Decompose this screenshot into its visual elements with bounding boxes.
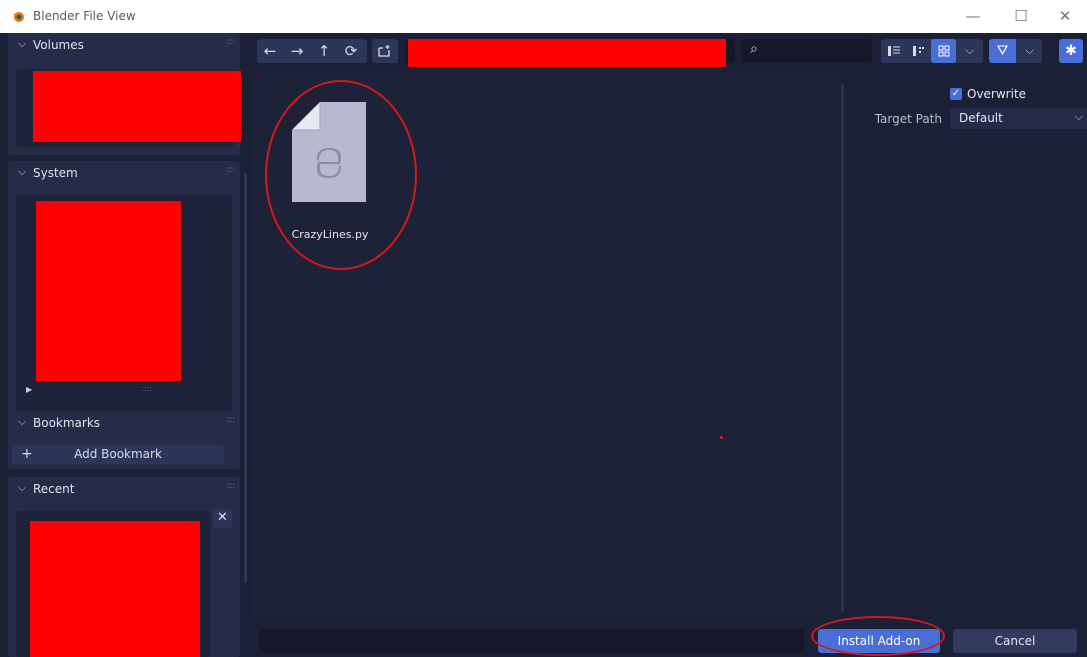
filter-settings-dropdown[interactable]: ⌵ (1017, 39, 1042, 63)
window-titlebar: Blender File View — ☐ ✕ (0, 0, 1087, 33)
volumes-list[interactable] (16, 69, 241, 147)
expand-arrow-icon[interactable]: ▶ (26, 385, 32, 394)
columns-view-icon (912, 46, 924, 56)
options-toggle-button[interactable]: ✱ (1059, 39, 1083, 63)
minimize-button[interactable]: — (951, 0, 995, 33)
redaction-block (30, 521, 200, 657)
system-list[interactable]: ▶ :::: (16, 195, 232, 423)
chevron-down-icon: ⌵ (18, 481, 27, 494)
file-browser: ⌵ Volumes :::: ⌵ System :::: ▶ :::: ⌵ Bo… (0, 33, 1087, 657)
volumes-panel-header[interactable]: ⌵ Volumes :::: (8, 33, 240, 57)
volumes-panel: ⌵ Volumes :::: (8, 33, 241, 155)
blender-logo-icon (12, 12, 24, 22)
window-title: Blender File View (33, 9, 136, 23)
search-icon: ⌕ (750, 41, 758, 57)
filename-field[interactable] (259, 629, 804, 653)
bookmarks-panel-header[interactable]: ⌵ Bookmarks :::: (8, 411, 240, 435)
overwrite-checkbox[interactable]: ✓ (950, 88, 962, 100)
drag-grip-icon[interactable]: :::: (226, 415, 235, 425)
vertical-list-view-button[interactable] (881, 39, 906, 63)
chevron-down-icon: ⌵ (18, 37, 27, 50)
system-panel-header[interactable]: ⌵ System :::: (8, 161, 240, 185)
resize-grip-icon[interactable]: :::: (141, 384, 152, 393)
chevron-down-icon: ⌵ (1025, 44, 1034, 57)
cancel-button[interactable]: Cancel (953, 629, 1077, 653)
gear-icon: ✱ (1065, 43, 1077, 59)
annotation-circle-install (811, 616, 945, 656)
drag-grip-icon[interactable]: :::: (226, 37, 235, 47)
redaction-block (408, 39, 726, 67)
sidebar-scrollbar[interactable] (244, 173, 247, 583)
target-path-value: Default (959, 111, 1003, 125)
chevron-down-icon: ⌵ (18, 165, 27, 178)
filter-toggle-button[interactable]: ⛛ (989, 39, 1016, 63)
drag-grip-icon[interactable]: :::: (226, 165, 235, 175)
target-path-label: Target Path (874, 112, 942, 126)
redaction-block (33, 71, 241, 142)
annotation-circle-file (265, 80, 417, 270)
filter-search-field[interactable]: ⌕ (742, 39, 872, 63)
drag-grip-icon[interactable]: :::: (226, 481, 235, 491)
horizontal-list-view-button[interactable] (906, 39, 931, 63)
forward-button[interactable]: → (284, 39, 310, 63)
system-panel: ⌵ System :::: ▶ :::: (8, 161, 240, 429)
parent-directory-button[interactable]: ↑ (311, 39, 337, 63)
file-list-scrollbar[interactable] (841, 83, 844, 613)
grid-view-icon (938, 45, 949, 57)
chevron-down-icon: ⌵ (965, 44, 974, 57)
back-button[interactable]: ← (257, 39, 283, 63)
overwrite-label[interactable]: Overwrite (967, 87, 1026, 101)
filter-buttons: ⛛ ⌵ (989, 39, 1042, 63)
list-view-icon (887, 46, 900, 56)
sidebar: ⌵ Volumes :::: ⌵ System :::: ▶ :::: ⌵ Bo… (0, 33, 247, 657)
recent-list[interactable] (16, 511, 210, 657)
annotation-dot (720, 436, 723, 439)
volumes-panel-label: Volumes (33, 38, 84, 52)
chevron-down-icon: ⌵ (18, 415, 27, 428)
recent-panel-header[interactable]: ⌵ Recent :::: (8, 477, 240, 501)
target-path-select[interactable]: Default ⌵ (950, 108, 1087, 129)
system-panel-label: System (33, 166, 78, 180)
display-mode-buttons: ⌵ (881, 39, 983, 63)
file-browser-toolbar: ← → ↑ ⟳ ⌕ ⌵ ⛛ ⌵ ✱ (253, 37, 1087, 67)
new-folder-icon (378, 45, 390, 57)
recent-panel-label: Recent (33, 482, 75, 496)
funnel-icon: ⛛ (996, 43, 1009, 59)
refresh-button[interactable]: ⟳ (338, 39, 364, 63)
chevron-down-icon: ⌵ (1074, 110, 1083, 123)
remove-recent-button[interactable]: ✕ (213, 509, 232, 528)
thumbnail-view-button[interactable] (931, 39, 956, 63)
add-bookmark-label: Add Bookmark (74, 447, 162, 461)
options-panel: ✓ Overwrite Target Path Default ⌵ (848, 73, 1087, 619)
directory-path-field[interactable] (405, 39, 735, 67)
redaction-block (36, 201, 181, 381)
new-directory-button[interactable] (372, 39, 398, 63)
close-window-button[interactable]: ✕ (1043, 0, 1087, 33)
display-settings-dropdown[interactable]: ⌵ (957, 39, 982, 63)
navigation-buttons: ← → ↑ ⟳ (257, 39, 367, 63)
add-bookmark-button[interactable]: + Add Bookmark (12, 445, 224, 464)
bookmarks-panel-label: Bookmarks (33, 416, 101, 430)
recent-panel: ⌵ Recent :::: (8, 477, 240, 657)
maximize-button[interactable]: ☐ (999, 0, 1043, 33)
